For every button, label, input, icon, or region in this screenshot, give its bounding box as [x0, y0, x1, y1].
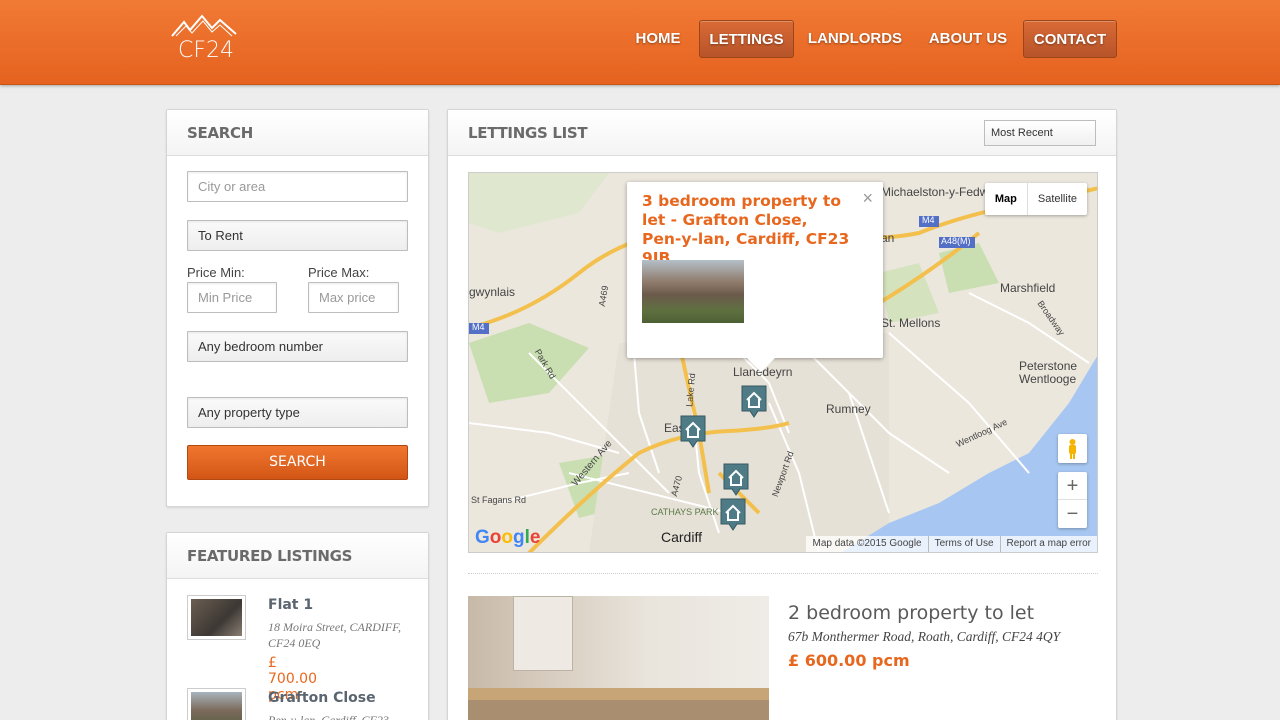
featured-address: Pen-y-lan, Cardiff, CF23	[268, 713, 389, 720]
featured-thumbnail[interactable]	[187, 595, 246, 640]
featured-address: 18 Moira Street, CARDIFF, CF24 0EQ	[268, 620, 401, 650]
map-label: St Fagans Rd	[471, 495, 527, 505]
search-panel-title: SEARCH	[167, 110, 428, 156]
rent-type-select[interactable]: To Rent	[187, 220, 408, 251]
map-label: Peterstone	[1019, 359, 1078, 373]
map-label: A48(M)	[941, 236, 971, 246]
pegman-icon	[1069, 439, 1076, 459]
map-label: M4	[922, 215, 935, 225]
featured-panel: FEATURED LISTINGS Flat 1 18 Moira Street…	[166, 532, 429, 720]
nav-about-us[interactable]: ABOUT US	[921, 20, 1015, 58]
map-label: St. Mellons	[881, 316, 941, 330]
popup-pointer	[747, 358, 775, 372]
terms-of-use-link[interactable]: Terms of Use	[927, 536, 1000, 552]
featured-title[interactable]: Flat 1	[268, 597, 313, 613]
nav-lettings[interactable]: LETTINGS	[699, 20, 794, 58]
nav-landlords[interactable]: LANDLORDS	[804, 20, 906, 58]
map[interactable]: Michaelston-y-Fedw gwynlais Marshfield S…	[468, 172, 1098, 553]
lettings-panel: LETTINGS LIST Most Recent Michaelston-y-…	[447, 109, 1117, 720]
popup-photo[interactable]	[642, 260, 744, 323]
map-label: Cardiff	[661, 529, 702, 545]
map-label: Michaelston-y-Fedw	[881, 185, 989, 199]
price-max-label: Price Max:	[308, 265, 370, 280]
listing-title[interactable]: 2 bedroom property to let	[788, 602, 1034, 624]
map-type-map[interactable]: Map	[985, 183, 1028, 215]
map-type-toggle: Map Satellite	[984, 183, 1087, 215]
listing-photo[interactable]	[468, 596, 769, 720]
property-marker-icon[interactable]	[680, 415, 706, 449]
price-min-input[interactable]: Min Price	[187, 282, 277, 313]
map-label: M4	[472, 322, 485, 332]
site-logo[interactable]: CF24	[170, 12, 245, 66]
zoom-out-button[interactable]: −	[1058, 500, 1087, 528]
street-view-pegman-icon[interactable]	[1058, 434, 1087, 463]
map-info-popup[interactable]: 3 bedroom property to let - Grafton Clos…	[627, 182, 883, 372]
cabinets	[468, 700, 769, 720]
search-panel: SEARCH City or area To Rent Price Min: P…	[166, 109, 429, 507]
featured-thumbnail[interactable]	[187, 688, 246, 720]
site-header: CF24 HOME LETTINGS LANDLORDS ABOUT US CO…	[0, 0, 1280, 85]
map-label: Rumney	[826, 402, 871, 416]
boiler	[513, 596, 573, 671]
popup-title[interactable]: 3 bedroom property to let - Grafton Clos…	[642, 192, 852, 268]
price-min-label: Price Min:	[187, 265, 245, 280]
featured-panel-title: FEATURED LISTINGS	[167, 533, 428, 579]
bedrooms-select[interactable]: Any bedroom number	[187, 331, 408, 362]
nav-contact[interactable]: CONTACT	[1023, 20, 1117, 58]
zoom-in-button[interactable]: +	[1058, 472, 1087, 500]
property-marker-icon[interactable]	[741, 385, 767, 419]
price-max-input[interactable]: Max price	[308, 282, 399, 313]
google-logo[interactable]: Google	[475, 527, 540, 549]
logo-text: CF24	[178, 38, 235, 63]
zoom-control: + −	[1058, 472, 1087, 528]
map-label: an	[881, 231, 895, 245]
map-label: gwynlais	[469, 285, 516, 299]
search-button[interactable]: SEARCH	[187, 445, 408, 480]
divider	[468, 573, 1098, 574]
city-input[interactable]: City or area	[187, 171, 408, 202]
report-map-error-link[interactable]: Report a map error	[999, 536, 1097, 552]
property-marker-icon[interactable]	[723, 463, 749, 497]
listing-price: £ 600.00 pcm	[788, 651, 910, 670]
worktop	[468, 688, 769, 700]
map-label: Wentlooge	[1019, 372, 1077, 386]
close-icon[interactable]: ×	[862, 188, 873, 209]
property-type-select[interactable]: Any property type	[187, 397, 408, 428]
nav-home[interactable]: HOME	[620, 20, 696, 58]
map-data-text: Map data ©2015 Google	[812, 538, 922, 549]
map-label: CATHAYS PARK	[651, 507, 719, 517]
map-type-satellite[interactable]: Satellite	[1028, 183, 1087, 215]
map-attribution: Map data ©2015 Google Terms of Use Repor…	[806, 536, 1097, 552]
property-marker-icon[interactable]	[720, 498, 746, 532]
map-label: Marshfield	[1000, 281, 1056, 295]
listing-address: 67b Monthermer Road, Roath, Cardiff, CF2…	[788, 629, 1061, 644]
sort-select[interactable]: Most Recent	[984, 120, 1096, 146]
featured-title[interactable]: Grafton Close	[268, 690, 376, 706]
